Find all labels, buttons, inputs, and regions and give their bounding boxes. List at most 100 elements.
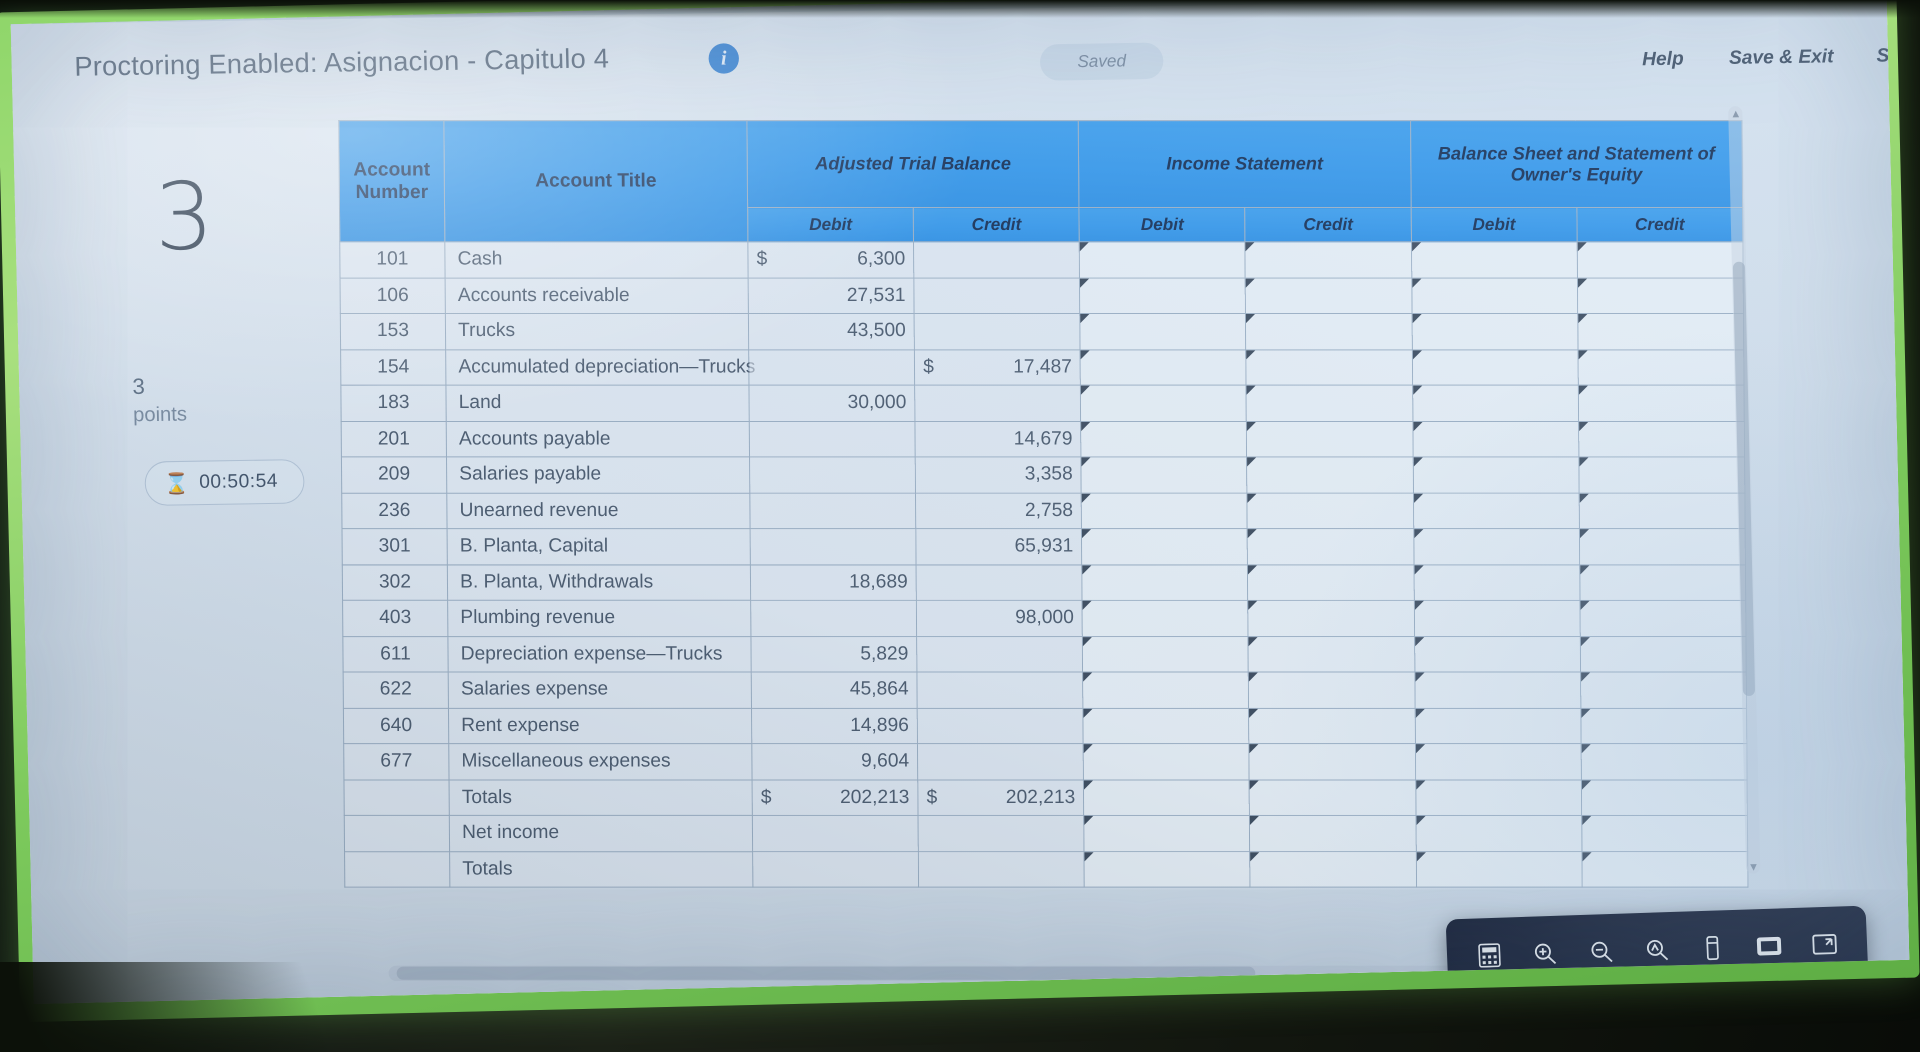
cell-is-debit[interactable] bbox=[1080, 421, 1248, 457]
cell-is-debit[interactable] bbox=[1083, 815, 1251, 852]
cell-bs-credit[interactable] bbox=[1580, 743, 1748, 780]
zoom-reset-icon[interactable] bbox=[1639, 932, 1675, 967]
cell-is-debit[interactable] bbox=[1084, 851, 1251, 888]
save-and-exit-link[interactable]: Save & Exit bbox=[1729, 46, 1834, 70]
cell-is-debit[interactable] bbox=[1081, 528, 1248, 565]
cell-is-credit[interactable] bbox=[1248, 707, 1416, 744]
cell-is-debit[interactable] bbox=[1079, 277, 1246, 314]
cell-bs-credit[interactable] bbox=[1580, 707, 1747, 744]
cell-bs-credit[interactable] bbox=[1580, 671, 1747, 708]
cell-is-credit[interactable] bbox=[1245, 313, 1412, 350]
cell-is-credit[interactable] bbox=[1247, 456, 1414, 493]
cell-bs-debit[interactable] bbox=[1414, 707, 1581, 744]
cell-is-debit[interactable] bbox=[1082, 564, 1249, 601]
cell-account-title: B. Planta, Withdrawals bbox=[447, 564, 751, 601]
cell-is-debit[interactable] bbox=[1081, 456, 1248, 493]
cell-is-credit[interactable] bbox=[1245, 241, 1412, 278]
cell-bs-credit[interactable] bbox=[1577, 349, 1744, 386]
cell-is-debit[interactable] bbox=[1083, 707, 1250, 744]
cell-bs-debit[interactable] bbox=[1411, 349, 1579, 386]
cell-bs-debit[interactable] bbox=[1411, 313, 1578, 350]
whiteboard-icon[interactable] bbox=[1751, 928, 1787, 963]
info-icon[interactable]: i bbox=[708, 43, 740, 74]
cell-bs-credit[interactable] bbox=[1581, 851, 1748, 888]
cell-bs-debit[interactable] bbox=[1413, 528, 1580, 565]
cell-bs-debit[interactable] bbox=[1412, 385, 1579, 422]
cell-bs-credit[interactable] bbox=[1577, 313, 1744, 350]
calculator-icon[interactable] bbox=[1471, 938, 1507, 973]
cell-bs-credit[interactable] bbox=[1581, 779, 1748, 816]
cell-is-debit[interactable] bbox=[1083, 779, 1250, 816]
cell-is-debit[interactable] bbox=[1082, 636, 1249, 672]
cell-atb-debit bbox=[750, 600, 917, 637]
cell-is-credit[interactable] bbox=[1246, 349, 1413, 386]
cell-bs-credit[interactable] bbox=[1577, 277, 1744, 314]
cell-bs-debit[interactable] bbox=[1414, 636, 1581, 672]
cell-bs-credit[interactable] bbox=[1581, 815, 1748, 852]
cell-bs-credit[interactable] bbox=[1578, 385, 1745, 422]
cell-bs-debit[interactable] bbox=[1411, 277, 1578, 314]
hourglass-icon: ⌛ bbox=[163, 472, 190, 496]
cell-bs-debit[interactable] bbox=[1414, 671, 1581, 708]
table-row: 101 Cash $6,300 bbox=[339, 241, 1744, 278]
cell-bs-debit[interactable] bbox=[1415, 743, 1582, 780]
cell-bs-debit[interactable] bbox=[1413, 600, 1581, 637]
cell-bs-debit[interactable] bbox=[1415, 851, 1583, 888]
cell-bs-debit[interactable] bbox=[1413, 492, 1580, 529]
cell-bs-debit[interactable] bbox=[1412, 456, 1579, 493]
help-link[interactable]: Help bbox=[1642, 48, 1684, 71]
cell-bs-credit[interactable] bbox=[1576, 241, 1744, 278]
cell-is-credit[interactable] bbox=[1247, 528, 1414, 565]
cell-bs-credit[interactable] bbox=[1579, 600, 1746, 637]
cell-bs-debit[interactable] bbox=[1411, 241, 1578, 278]
cell-is-credit[interactable] bbox=[1249, 743, 1416, 780]
cell-is-debit[interactable] bbox=[1082, 600, 1249, 637]
cell-is-debit[interactable] bbox=[1079, 241, 1246, 278]
cell-bs-credit[interactable] bbox=[1578, 421, 1745, 457]
cell-is-credit[interactable] bbox=[1249, 779, 1416, 816]
status-badge: Saved bbox=[1039, 42, 1164, 81]
cell-atb-credit: $17,487 bbox=[914, 349, 1081, 386]
cell-is-credit[interactable] bbox=[1248, 671, 1415, 708]
cell-is-debit[interactable] bbox=[1082, 671, 1249, 708]
cell-is-credit[interactable] bbox=[1246, 421, 1413, 457]
cell-bs-debit[interactable] bbox=[1413, 564, 1580, 601]
scroll-up-arrow[interactable]: ▲ bbox=[1730, 108, 1741, 120]
cell-is-debit[interactable] bbox=[1083, 743, 1250, 780]
zoom-in-icon[interactable] bbox=[1527, 936, 1563, 971]
cell-bs-credit[interactable] bbox=[1578, 456, 1745, 493]
cell-is-credit[interactable] bbox=[1247, 564, 1414, 601]
cell-is-credit[interactable] bbox=[1246, 385, 1413, 422]
cell-is-credit[interactable] bbox=[1250, 851, 1417, 888]
cell-bs-credit[interactable] bbox=[1580, 636, 1747, 672]
cell-is-debit[interactable] bbox=[1080, 385, 1247, 422]
zoom-out-icon[interactable] bbox=[1583, 934, 1619, 969]
amount: 202,213 bbox=[839, 786, 910, 808]
cell-is-credit[interactable] bbox=[1248, 636, 1415, 672]
cell-bs-debit[interactable] bbox=[1415, 779, 1582, 816]
cell-is-debit[interactable] bbox=[1081, 492, 1248, 529]
cell-bs-debit[interactable] bbox=[1415, 815, 1582, 852]
page-title: Proctoring Enabled: Asignacion - Capitul… bbox=[73, 43, 610, 82]
highlighter-icon[interactable] bbox=[1695, 930, 1731, 965]
cell-is-credit[interactable] bbox=[1245, 277, 1412, 314]
cell-is-credit[interactable] bbox=[1248, 600, 1415, 637]
amount: 14,679 bbox=[1013, 427, 1073, 450]
cell-account-title: Accounts receivable bbox=[445, 277, 749, 314]
monitor-photo: Proctoring Enabled: Asignacion - Capitul… bbox=[0, 0, 1920, 1052]
table-head: Account Number Account Title Adjusted Tr… bbox=[338, 120, 1743, 242]
cell-is-credit[interactable] bbox=[1249, 815, 1416, 852]
cell-bs-credit[interactable] bbox=[1578, 492, 1746, 529]
cell-is-credit[interactable] bbox=[1247, 492, 1414, 529]
cell-bs-debit[interactable] bbox=[1412, 421, 1579, 457]
horizontal-scrollbar-thumb[interactable] bbox=[396, 966, 1256, 980]
cell-bs-credit[interactable] bbox=[1579, 528, 1746, 565]
scroll-down-arrow[interactable]: ▼ bbox=[1748, 861, 1759, 873]
cell-is-debit[interactable] bbox=[1080, 313, 1247, 350]
cell-atb-credit: 14,679 bbox=[915, 421, 1082, 457]
subcol-is-credit: Credit bbox=[1245, 207, 1412, 242]
timer-value: 00:50:54 bbox=[198, 470, 279, 493]
cell-is-debit[interactable] bbox=[1080, 349, 1247, 386]
cell-bs-credit[interactable] bbox=[1579, 564, 1746, 601]
fullscreen-icon[interactable] bbox=[1807, 927, 1843, 962]
